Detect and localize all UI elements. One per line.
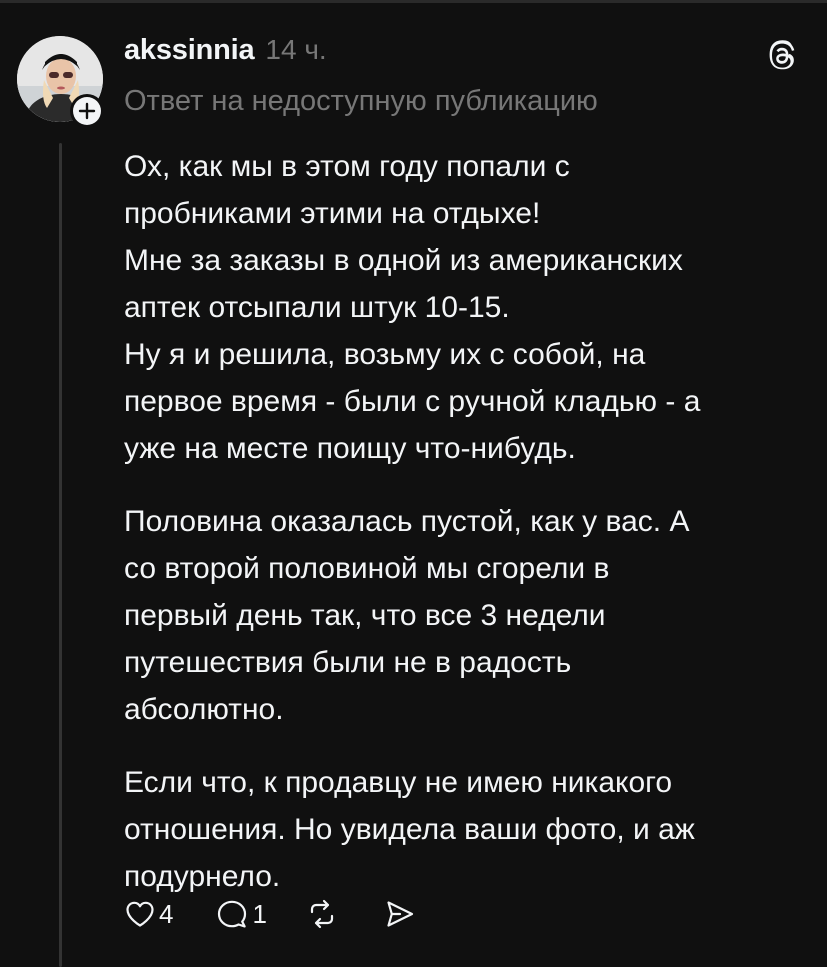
repost-button[interactable]	[305, 898, 339, 930]
comment-count: 1	[252, 898, 267, 929]
repost-icon	[305, 898, 339, 930]
reply-context[interactable]: Ответ на недоступную публикацию	[124, 85, 598, 118]
post-paragraph: Ох, как мы в этом году попали с пробника…	[124, 143, 804, 472]
text-line: путешествия были не в радость	[124, 646, 572, 679]
text-line: подурнело.	[124, 860, 281, 893]
text-line: первое время - были с ручной кладью - а	[124, 385, 701, 418]
text-line: первый день так, что все 3 недели	[124, 599, 606, 632]
text-line: Мне за заказы в одной из американских	[124, 244, 683, 277]
text-line: Половина оказалась пустой, как у вас. А	[124, 505, 690, 538]
text-line: Ну я и решила, возьму их с собой, на	[124, 338, 646, 371]
top-divider	[0, 0, 827, 3]
text-line: Если что, к продавцу не имею никакого	[124, 766, 673, 799]
post-header: akssinnia 14 ч.	[124, 34, 327, 74]
share-button[interactable]	[383, 898, 417, 930]
action-bar: 4 1	[124, 894, 417, 934]
username[interactable]: akssinnia	[124, 34, 255, 67]
text-line: со второй половиной мы сгорели в	[124, 552, 610, 585]
post-paragraph: Если что, к продавцу не имею никакого от…	[124, 759, 804, 900]
like-button[interactable]: 4	[124, 898, 173, 930]
text-line: Ох, как мы в этом году попали с	[124, 150, 570, 183]
heart-icon	[124, 898, 156, 930]
text-line: абсолютно.	[124, 693, 284, 726]
send-icon	[383, 898, 417, 930]
post-paragraph: Половина оказалась пустой, как у вас. А …	[124, 498, 804, 733]
post-body: Ох, как мы в этом году попали с пробника…	[124, 143, 804, 900]
timestamp: 14 ч.	[265, 34, 327, 65]
text-line: уже на месте поищу что-нибудь.	[124, 432, 576, 465]
follow-button[interactable]	[70, 94, 104, 128]
text-line: пробниками этими на отдыхе!	[124, 197, 541, 230]
plus-icon	[73, 97, 101, 125]
thread-line	[59, 143, 62, 967]
text-line: отношения. Но увидела ваши фото, и аж	[124, 813, 695, 846]
comment-bubble-icon	[215, 898, 249, 930]
comment-button[interactable]: 1	[215, 898, 267, 930]
text-line: аптек отсыпали штук 10-15.	[124, 291, 510, 324]
like-count: 4	[159, 898, 174, 929]
threads-logo-icon[interactable]	[764, 38, 800, 74]
